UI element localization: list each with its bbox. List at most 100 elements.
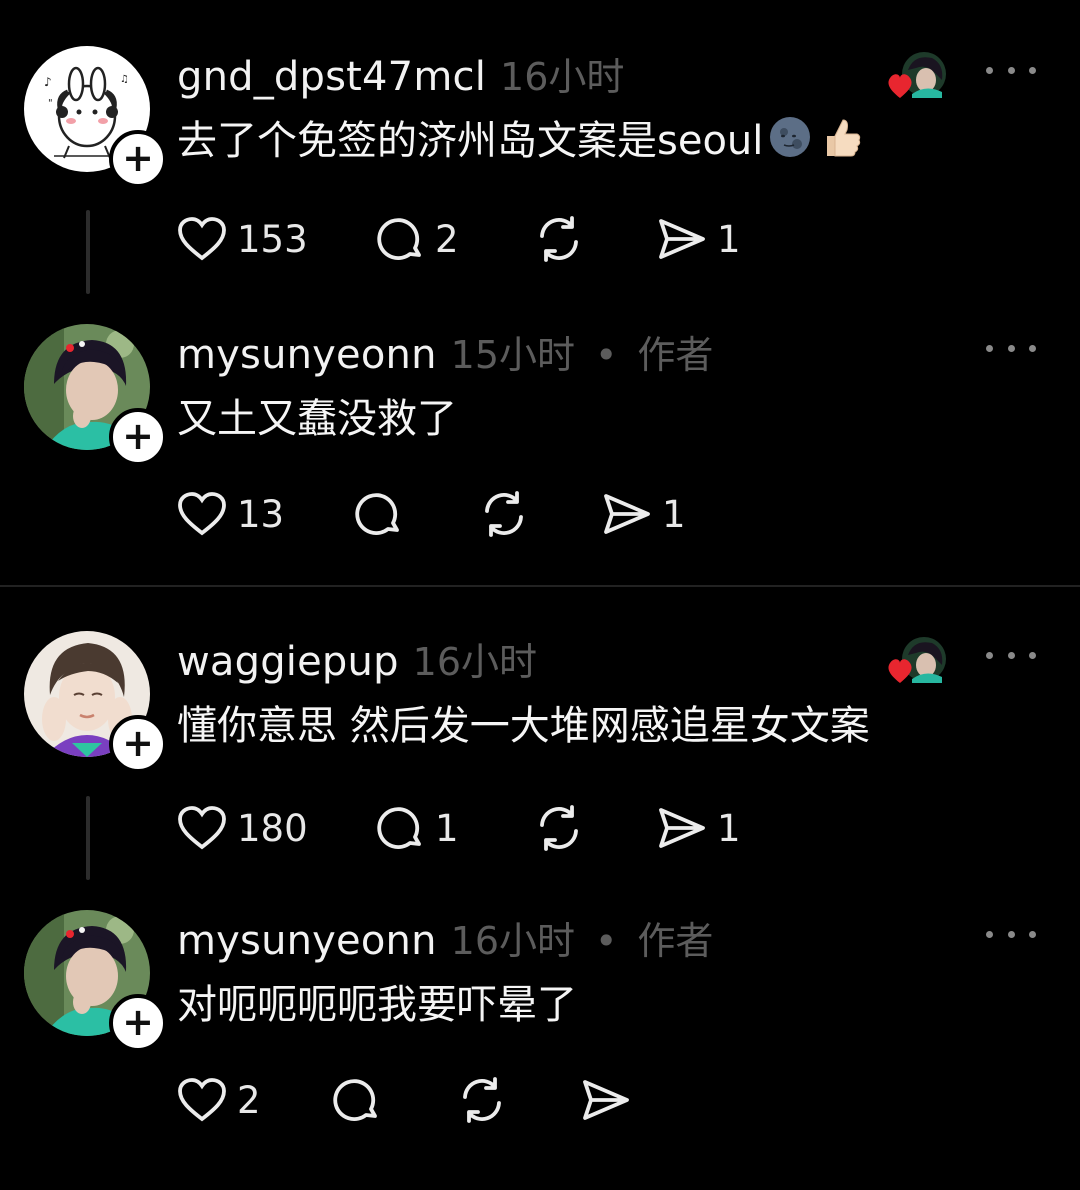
reply-text-content: 又土又蠢没救了 [177, 396, 457, 442]
comment-text-content: 懂你意思 然后发一大堆网感追星女文案 [177, 703, 870, 749]
svg-text:": " [48, 98, 53, 109]
share-count: 1 [662, 492, 686, 536]
heart-icon [178, 217, 226, 261]
avatar[interactable]: + [24, 324, 167, 466]
like-count: 153 [237, 217, 308, 261]
heart-icon [888, 659, 912, 683]
username[interactable]: mysunyeonn [177, 332, 437, 378]
svg-text:♪: ♪ [44, 75, 52, 89]
action-bar: 180 1 1 [177, 803, 877, 853]
plus-icon: + [122, 999, 154, 1044]
action-bar: 13 1 [177, 489, 877, 539]
share-action[interactable]: 1 [657, 803, 741, 853]
timestamp: 15小时 [450, 333, 575, 377]
follow-button[interactable]: + [109, 994, 167, 1052]
thread-line [86, 210, 90, 294]
author-liked-indicator [886, 635, 948, 691]
more-options-button[interactable] [986, 328, 1036, 368]
comment: ♪ ♫ " + gnd_dpst47mcl 16小时 去了个免签的济州岛文案是s… [0, 46, 1080, 326]
reply-text: 又土又蠢没救了 [177, 386, 457, 444]
svg-text:♫: ♫ [120, 74, 129, 85]
separator-dot: • [595, 333, 618, 377]
repost-icon [485, 491, 523, 537]
reply-action[interactable]: 1 [377, 803, 459, 853]
plus-icon: + [122, 135, 154, 180]
plus-icon: + [122, 720, 154, 765]
share-action[interactable]: 1 [657, 214, 741, 264]
thumbs-up-icon [827, 119, 861, 157]
username[interactable]: mysunyeonn [177, 918, 437, 964]
heart-icon [178, 492, 226, 536]
plus-icon: + [122, 413, 154, 458]
repost-action[interactable] [534, 214, 584, 264]
more-options-button[interactable] [986, 914, 1036, 954]
avatar[interactable]: + [24, 910, 167, 1052]
reply: + mysunyeonn 16小时 • 作者 对呃呃呃呃我要吓晕了 2 [0, 910, 1080, 1190]
comment-bubble-icon [355, 493, 399, 535]
avatar[interactable]: ♪ ♫ " + [24, 46, 167, 188]
thread-line [86, 796, 90, 880]
new-moon-face-icon [770, 117, 811, 157]
separator-dot: • [595, 919, 618, 963]
comment-text: 懂你意思 然后发一大堆网感追星女文案 [177, 693, 870, 751]
repost-action[interactable] [534, 803, 584, 853]
comment-header: gnd_dpst47mcl 16小时 [177, 46, 624, 100]
more-options-button[interactable] [986, 635, 1036, 675]
reply-action[interactable] [333, 1075, 381, 1125]
thread-divider [0, 585, 1080, 587]
repost-icon [540, 216, 578, 262]
like-action[interactable]: 2 [177, 1075, 261, 1125]
heart-icon [178, 806, 226, 850]
like-action[interactable]: 180 [177, 803, 308, 853]
follow-button[interactable]: + [109, 130, 167, 188]
author-liked-indicator [886, 50, 948, 106]
comment-text-content: 去了个免签的济州岛文案是seoul [177, 118, 764, 164]
timestamp: 16小时 [500, 55, 625, 99]
username[interactable]: waggiepup [177, 639, 399, 685]
reply-count: 1 [435, 806, 459, 850]
author-tag: 作者 [637, 333, 714, 377]
timestamp: 16小时 [412, 640, 538, 684]
like-action[interactable]: 153 [177, 214, 308, 264]
repost-action[interactable] [479, 489, 529, 539]
action-bar: 2 [177, 1075, 877, 1125]
action-bar: 153 2 1 [177, 214, 877, 264]
heart-icon [178, 1078, 226, 1122]
share-action[interactable]: 1 [602, 489, 686, 539]
timestamp: 16小时 [450, 919, 575, 963]
repost-icon [463, 1077, 501, 1123]
reply: + mysunyeonn 15小时 • 作者 又土又蠢没救了 13 1 [0, 324, 1080, 604]
share-action[interactable] [581, 1075, 631, 1125]
like-count: 2 [237, 1078, 261, 1122]
comment-header: waggiepup 16小时 [177, 631, 537, 685]
comment-bubble-icon [333, 1079, 377, 1121]
share-count: 1 [717, 806, 741, 850]
reply-action[interactable]: 2 [377, 214, 459, 264]
like-action[interactable]: 13 [177, 489, 284, 539]
avatar[interactable]: + [24, 631, 167, 773]
more-options-button[interactable] [986, 50, 1036, 90]
heart-icon [888, 74, 912, 98]
repost-icon [540, 805, 578, 851]
reply-text: 对呃呃呃呃我要吓晕了 [177, 972, 577, 1030]
follow-button[interactable]: + [109, 715, 167, 773]
reply-action[interactable] [355, 489, 403, 539]
comment-bubble-icon [377, 807, 421, 849]
comment: + waggiepup 16小时 懂你意思 然后发一大堆网感追星女文案 180 … [0, 631, 1080, 911]
reply-header: mysunyeonn 16小时 • 作者 [177, 910, 713, 964]
send-icon [659, 808, 705, 848]
send-icon [659, 219, 705, 259]
reply-text-content: 对呃呃呃呃我要吓晕了 [177, 982, 577, 1028]
comment-bubble-icon [377, 218, 421, 260]
username[interactable]: gnd_dpst47mcl [177, 54, 486, 100]
repost-action[interactable] [457, 1075, 507, 1125]
reply-count: 2 [435, 217, 459, 261]
send-icon [583, 1080, 629, 1120]
reply-header: mysunyeonn 15小时 • 作者 [177, 324, 713, 378]
send-icon [604, 494, 650, 534]
follow-button[interactable]: + [109, 408, 167, 466]
like-count: 180 [237, 806, 308, 850]
comment-text: 去了个免签的济州岛文案是seoul [177, 108, 863, 166]
like-count: 13 [237, 492, 285, 536]
share-count: 1 [717, 217, 741, 261]
